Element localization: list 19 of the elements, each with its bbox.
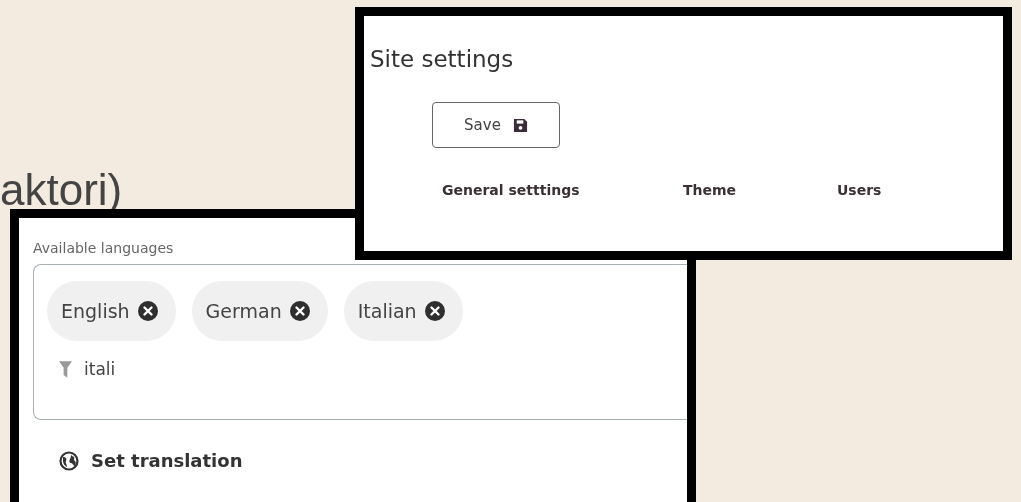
- chip-label: English: [61, 300, 130, 322]
- set-translation-button[interactable]: Set translation: [59, 450, 243, 471]
- globe-icon: [59, 450, 79, 471]
- settings-tab[interactable]: Theme: [683, 182, 837, 198]
- remove-icon[interactable]: [289, 301, 310, 321]
- remove-icon[interactable]: [424, 301, 445, 321]
- filter-input[interactable]: itali: [84, 359, 384, 379]
- chip-label: German: [205, 300, 282, 322]
- settings-tab[interactable]: General setttings: [442, 182, 683, 198]
- languages-field[interactable]: English German Italian itali: [33, 264, 687, 420]
- field-label: Available languages: [33, 240, 175, 256]
- page-title: Site settings: [370, 46, 515, 72]
- filter-icon: [59, 360, 72, 378]
- settings-tab[interactable]: Users: [837, 182, 882, 198]
- chip-label: Italian: [357, 300, 417, 322]
- save-button[interactable]: Save: [432, 102, 560, 148]
- caption-text: aktori): [0, 168, 123, 212]
- save-icon: [512, 117, 528, 133]
- remove-icon[interactable]: [137, 301, 158, 321]
